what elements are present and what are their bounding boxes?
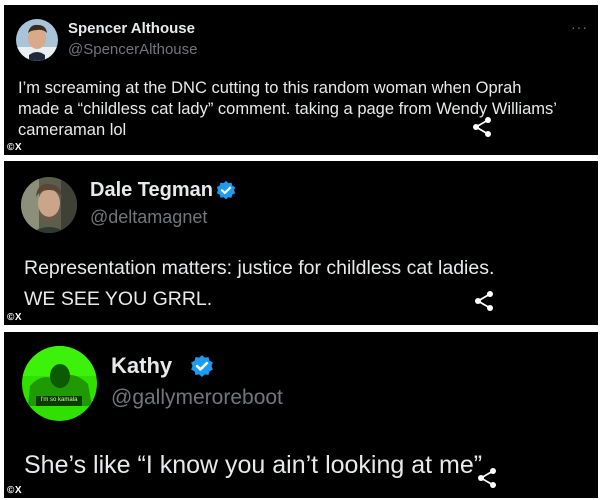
avatar-image [22, 346, 97, 421]
avatar-kathy[interactable]: I'm so kamala [22, 346, 97, 421]
verified-badge-icon [189, 354, 215, 380]
author-name[interactable]: Dale Tegman [90, 179, 213, 202]
verified-badge-icon [215, 180, 237, 202]
avatar-image [21, 177, 77, 233]
avatar-image [16, 19, 58, 61]
post-text: She’s like “I know you ain’t looking at … [24, 451, 483, 479]
post-card-dale[interactable]: Dale Tegman @deltamagnet Representation … [4, 161, 598, 325]
avatar-spencer[interactable] [16, 19, 58, 61]
author-name[interactable]: Kathy [111, 353, 172, 379]
avatar-dale[interactable] [21, 177, 77, 233]
post-text-line-2: WE SEE YOU GRRL. [24, 288, 213, 310]
more-icon[interactable]: ··· [571, 19, 588, 35]
share-icon[interactable] [473, 290, 495, 312]
share-icon[interactable] [476, 467, 498, 489]
avatar-caption: I'm so kamala [40, 397, 78, 403]
author-handle[interactable]: @gallymeroreboot [111, 386, 283, 410]
post-card-kathy[interactable]: I'm so kamala Kathy @gallymeroreboot She… [4, 332, 598, 498]
author-handle[interactable]: @deltamagnet [90, 207, 207, 228]
author-handle[interactable]: @SpencerAlthouse [68, 41, 197, 58]
share-icon[interactable] [471, 116, 493, 138]
watermark: ©X [7, 312, 23, 323]
watermark: ©X [7, 485, 23, 496]
post-text-line-1: Representation matters: justice for chil… [24, 257, 495, 279]
author-name[interactable]: Spencer Althouse [68, 20, 195, 37]
watermark: ©X [7, 142, 23, 153]
post-card-spencer[interactable]: Spencer Althouse @SpencerAlthouse ··· I’… [4, 5, 598, 155]
